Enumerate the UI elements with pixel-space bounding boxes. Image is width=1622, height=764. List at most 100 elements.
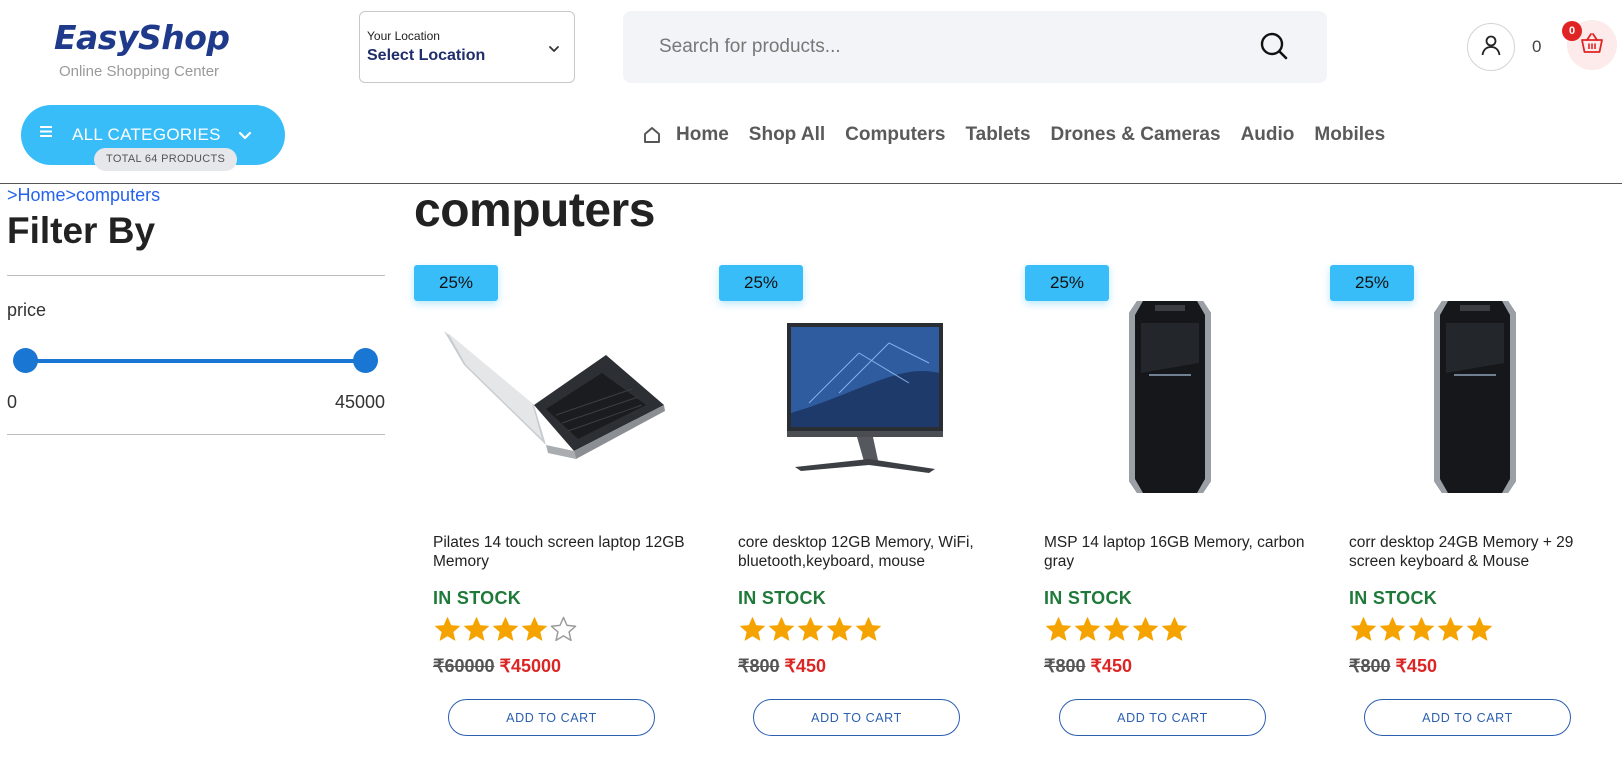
- product-card[interactable]: 25% corr desktop 24GB Memory + 29 screen…: [1330, 263, 1620, 743]
- filter-title: Filter By: [7, 210, 156, 251]
- cart-count-badge: 0: [1562, 21, 1582, 41]
- product-image-desktop-tower[interactable]: [1350, 293, 1600, 503]
- chevron-down-icon: [548, 42, 560, 60]
- user-icon: [1479, 33, 1503, 62]
- stock-status: IN STOCK: [433, 588, 522, 608]
- star-filled-icon: [1409, 617, 1434, 641]
- price: ₹800 ₹450: [1349, 656, 1437, 677]
- star-filled-icon: [856, 617, 881, 641]
- nav-item-audio[interactable]: Audio: [1241, 124, 1295, 146]
- breadcrumb-computers[interactable]: >computers: [66, 185, 161, 205]
- sale-price: ₹450: [1090, 656, 1132, 676]
- sale-price: ₹45000: [499, 656, 562, 676]
- breadcrumb-home[interactable]: >Home: [7, 185, 66, 205]
- search-icon[interactable]: [1259, 31, 1289, 66]
- price: ₹800 ₹450: [1044, 656, 1132, 677]
- category-title: computers: [414, 184, 655, 237]
- star-filled-icon: [435, 617, 460, 641]
- rating-stars: [738, 615, 883, 644]
- star-filled-icon: [464, 617, 489, 641]
- header-divider: [0, 183, 1622, 184]
- star-filled-icon: [1046, 617, 1071, 641]
- price: ₹800 ₹450: [738, 656, 826, 677]
- search-input[interactable]: [659, 33, 1199, 61]
- price-filter-label: price: [7, 300, 47, 320]
- old-price: ₹800: [1349, 656, 1391, 676]
- star-filled-icon: [1133, 617, 1158, 641]
- old-price: ₹800: [1044, 656, 1086, 676]
- account-button[interactable]: [1467, 23, 1515, 71]
- old-price: ₹800: [738, 656, 780, 676]
- main-nav: Home Shop All Computers Tablets Drones &…: [642, 121, 1405, 149]
- star-filled-icon: [1438, 617, 1463, 641]
- product-image-desktop-tower[interactable]: [1045, 293, 1295, 503]
- rating-stars: [433, 615, 578, 644]
- basket-icon: [1579, 31, 1605, 60]
- nav-item-computers[interactable]: Computers: [845, 124, 945, 146]
- search-bar: [623, 11, 1327, 83]
- star-filled-icon: [1380, 617, 1405, 641]
- add-to-cart-button[interactable]: ADD TO CART: [448, 699, 655, 736]
- price-slider-max-thumb[interactable]: [353, 348, 378, 373]
- price: ₹60000 ₹45000: [433, 656, 561, 677]
- old-price: ₹60000: [433, 656, 495, 676]
- all-categories-button[interactable]: ALL CATEGORIES TOTAL 64 PRODUCTS: [21, 105, 285, 171]
- page: EasyShop Online Shopping Center Your Loc…: [0, 0, 1622, 764]
- nav-item-tablets[interactable]: Tablets: [965, 124, 1030, 146]
- product-title[interactable]: MSP 14 laptop 16GB Memory, carbon gray: [1044, 533, 1306, 571]
- filter-divider-top: [7, 275, 385, 276]
- stock-status: IN STOCK: [738, 588, 827, 608]
- sale-price: ₹450: [784, 656, 826, 676]
- logo[interactable]: EasyShop Online Shopping Center: [54, 18, 230, 80]
- stock-status: IN STOCK: [1044, 588, 1133, 608]
- star-filled-icon: [1467, 617, 1492, 641]
- logo-title: EasyShop: [54, 18, 230, 57]
- product-title[interactable]: corr desktop 24GB Memory + 29 screen key…: [1349, 533, 1611, 571]
- product-title[interactable]: core desktop 12GB Memory, WiFi, bluetoot…: [738, 533, 1000, 571]
- price-min-value: 0: [7, 392, 18, 412]
- star-filled-icon: [1351, 617, 1376, 641]
- price-max-value: 45000: [334, 392, 385, 412]
- location-value: Select Location: [367, 47, 486, 64]
- star-filled-icon: [493, 617, 518, 641]
- rating-stars: [1044, 615, 1189, 644]
- nav-item-home[interactable]: Home: [676, 124, 729, 146]
- location-label: Your Location: [367, 29, 440, 43]
- menu-icon: [38, 123, 54, 144]
- add-to-cart-button[interactable]: ADD TO CART: [1059, 699, 1266, 736]
- total-products-badge: TOTAL 64 PRODUCTS: [94, 148, 238, 171]
- product-image-laptop[interactable]: [434, 293, 684, 503]
- star-filled-icon: [798, 617, 823, 641]
- product-card[interactable]: 25% MSP 14 laptop 16GB Memory, carbon gr…: [1025, 263, 1315, 743]
- star-filled-icon: [827, 617, 852, 641]
- filter-divider-bottom: [7, 434, 385, 435]
- star-filled-icon: [1075, 617, 1100, 641]
- location-select[interactable]: Your Location Select Location: [359, 11, 575, 83]
- all-categories-label: ALL CATEGORIES: [72, 125, 221, 144]
- product-card[interactable]: 25% core desktop 12GB Memory, WiFi, blue…: [719, 263, 1009, 743]
- star-filled-icon: [1104, 617, 1129, 641]
- chevron-down-icon: [237, 127, 253, 148]
- account-count: 0: [1532, 37, 1542, 56]
- product-image-monitor[interactable]: [739, 293, 989, 503]
- price-slider-track[interactable]: [25, 359, 365, 363]
- stock-status: IN STOCK: [1349, 588, 1438, 608]
- nav-item-drones-cameras[interactable]: Drones & Cameras: [1051, 124, 1221, 146]
- logo-subtitle: Online Shopping Center: [58, 63, 220, 80]
- price-slider-min-thumb[interactable]: [13, 348, 38, 373]
- star-filled-icon: [740, 617, 765, 641]
- add-to-cart-button[interactable]: ADD TO CART: [753, 699, 960, 736]
- star-filled-icon: [522, 617, 547, 641]
- product-card[interactable]: 25% Pilates 14 touch screen laptop 12GB …: [414, 263, 704, 743]
- home-icon[interactable]: [642, 125, 662, 145]
- star-empty-icon: [550, 616, 577, 642]
- sale-price: ₹450: [1395, 656, 1437, 676]
- add-to-cart-button[interactable]: ADD TO CART: [1364, 699, 1571, 736]
- breadcrumb: >Home>computers: [7, 185, 160, 206]
- nav-item-shop-all[interactable]: Shop All: [749, 124, 825, 146]
- product-title[interactable]: Pilates 14 touch screen laptop 12GB Memo…: [433, 533, 695, 571]
- star-filled-icon: [1162, 617, 1187, 641]
- star-filled-icon: [769, 617, 794, 641]
- rating-stars: [1349, 615, 1494, 644]
- nav-item-mobiles[interactable]: Mobiles: [1314, 124, 1385, 146]
